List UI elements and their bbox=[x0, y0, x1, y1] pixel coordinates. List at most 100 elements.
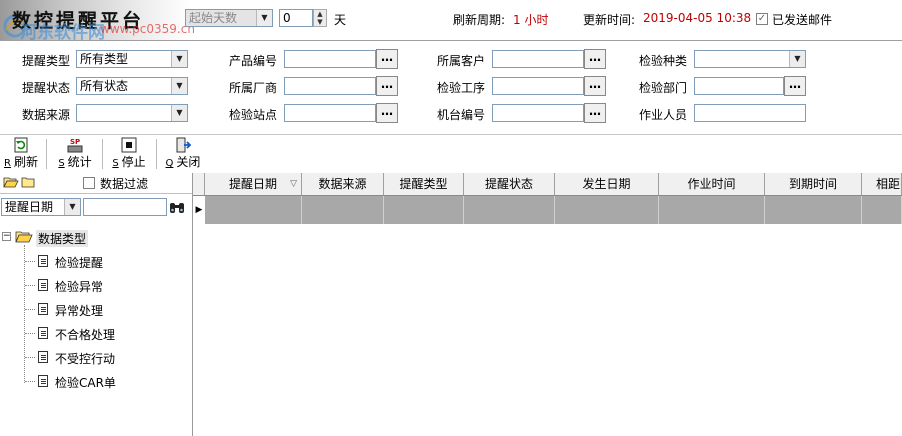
machine-no-browse-button[interactable]: … bbox=[584, 103, 606, 123]
tree-item-car-form[interactable]: 检验CAR单 bbox=[55, 374, 116, 391]
toolbar: R 刷新 SP S 统计 S 停止 Q 关闭 bbox=[0, 134, 902, 174]
data-source-select[interactable]: ▼ bbox=[76, 104, 188, 122]
inspect-type-label: 检验种类 bbox=[639, 54, 688, 68]
grid-corner bbox=[193, 173, 205, 195]
refresh-label: 刷新 bbox=[13, 155, 38, 169]
column-header-data-source[interactable]: 数据来源 bbox=[302, 173, 384, 195]
table-cell[interactable] bbox=[862, 196, 902, 224]
start-days-select[interactable]: 起始天数 ▼ bbox=[185, 9, 273, 27]
data-source-label: 数据来源 bbox=[22, 108, 71, 122]
document-icon bbox=[38, 279, 48, 291]
table-cell[interactable] bbox=[765, 196, 862, 224]
tree-guide-line bbox=[25, 285, 35, 286]
customer-input[interactable] bbox=[492, 50, 584, 68]
inspect-dept-browse-button[interactable]: … bbox=[784, 76, 806, 96]
tree-item-inspection-anomaly[interactable]: 检验异常 bbox=[55, 278, 103, 295]
refresh-cycle-label: 刷新周期: bbox=[453, 13, 506, 27]
stats-button[interactable]: SP S 统计 bbox=[54, 137, 96, 171]
stats-hotkey: S bbox=[58, 158, 65, 169]
toolbar-separator bbox=[156, 139, 157, 169]
column-header-work-time[interactable]: 作业时间 bbox=[659, 173, 765, 195]
folder-open-icon[interactable] bbox=[3, 176, 19, 188]
tree-guide-line bbox=[25, 261, 35, 262]
column-header-time-gap[interactable]: 相距时 bbox=[862, 173, 902, 195]
table-cell[interactable] bbox=[384, 196, 464, 224]
customer-browse-button[interactable]: … bbox=[584, 49, 606, 69]
product-no-input[interactable] bbox=[284, 50, 376, 68]
data-filter-checkbox[interactable] bbox=[83, 177, 95, 189]
tree-collapse-toggle[interactable]: − bbox=[2, 232, 11, 241]
tree-item-uncontrolled-action[interactable]: 不受控行动 bbox=[55, 350, 115, 367]
watermark-url: www.pc0359.cn bbox=[100, 22, 195, 36]
column-header-occur-date[interactable]: 发生日期 bbox=[555, 173, 659, 195]
column-header-reminder-type[interactable]: 提醒类型 bbox=[384, 173, 464, 195]
binoculars-icon[interactable] bbox=[169, 200, 185, 214]
divider bbox=[0, 40, 902, 41]
product-no-label: 产品编号 bbox=[229, 54, 278, 68]
close-button[interactable]: Q 关闭 bbox=[162, 137, 204, 171]
data-grid: 提醒日期 ▽ 数据来源 提醒类型 提醒状态 发生日期 作业时间 到期时间 相距时… bbox=[193, 173, 902, 436]
table-cell[interactable] bbox=[205, 196, 302, 224]
customer-label: 所属客户 bbox=[437, 54, 486, 68]
inspect-process-label: 检验工序 bbox=[437, 81, 486, 95]
manufacturer-browse-button[interactable]: … bbox=[376, 76, 398, 96]
machine-no-input[interactable] bbox=[492, 104, 584, 122]
days-unit: 天 bbox=[334, 13, 347, 27]
toolbar-separator bbox=[102, 139, 103, 169]
tree-root-label[interactable]: 数据类型 bbox=[36, 230, 89, 247]
email-sent-checkbox[interactable]: ✓ bbox=[756, 13, 768, 25]
inspect-station-input[interactable] bbox=[284, 104, 376, 122]
stop-button[interactable]: S 停止 bbox=[108, 137, 150, 171]
document-icon bbox=[38, 351, 48, 363]
product-no-browse-button[interactable]: … bbox=[376, 49, 398, 69]
reminder-type-value: 所有类型 bbox=[80, 52, 129, 66]
folder-icon[interactable] bbox=[21, 176, 35, 188]
header-bar: 数控提醒平台 河东软件网 www.pc0359.cn 起始天数 ▼ 0 ▲ ▼ 天… bbox=[0, 0, 902, 43]
data-filter-label: 数据过滤 bbox=[100, 177, 149, 191]
refresh-hotkey: R bbox=[4, 158, 11, 169]
svg-text:SP: SP bbox=[70, 138, 80, 146]
reminder-type-select[interactable]: 所有类型 ▼ bbox=[76, 50, 188, 68]
refresh-icon bbox=[14, 137, 28, 153]
refresh-button[interactable]: R 刷新 bbox=[2, 137, 40, 171]
tree-search-input[interactable] bbox=[83, 198, 167, 216]
table-cell[interactable] bbox=[659, 196, 765, 224]
document-icon bbox=[38, 255, 48, 267]
tree-item-inspection-reminder[interactable]: 检验提醒 bbox=[55, 254, 103, 271]
sp-stats-icon: SP bbox=[67, 138, 83, 153]
days-spinner[interactable]: ▲ ▼ bbox=[313, 9, 327, 27]
table-cell[interactable] bbox=[302, 196, 384, 224]
tree-guide-line bbox=[25, 357, 35, 358]
close-hotkey: Q bbox=[165, 158, 174, 169]
column-header-label: 提醒日期 bbox=[228, 177, 277, 191]
inspect-station-label: 检验站点 bbox=[229, 108, 278, 122]
column-header-reminder-date[interactable]: 提醒日期 ▽ bbox=[205, 173, 302, 195]
tree-item-nonconformance[interactable]: 不合格处理 bbox=[55, 326, 115, 343]
manufacturer-label: 所属厂商 bbox=[229, 81, 278, 95]
column-header-reminder-status[interactable]: 提醒状态 bbox=[464, 173, 555, 195]
inspect-process-input[interactable] bbox=[492, 77, 584, 95]
column-header-due-time[interactable]: 到期时间 bbox=[765, 173, 862, 195]
document-icon bbox=[38, 303, 48, 315]
table-cell[interactable] bbox=[464, 196, 555, 224]
stop-label: 停止 bbox=[121, 155, 146, 169]
sort-field-select[interactable]: 提醒日期 ▼ bbox=[1, 198, 81, 216]
operator-input[interactable] bbox=[694, 104, 806, 122]
inspect-process-browse-button[interactable]: … bbox=[584, 76, 606, 96]
grid-header: 提醒日期 ▽ 数据来源 提醒类型 提醒状态 发生日期 作业时间 到期时间 相距时 bbox=[193, 173, 902, 196]
days-input[interactable]: 0 bbox=[279, 9, 313, 27]
manufacturer-input[interactable] bbox=[284, 77, 376, 95]
inspect-type-select[interactable]: ▼ bbox=[694, 50, 806, 68]
chevron-down-icon: ▼ bbox=[64, 199, 80, 215]
table-cell[interactable] bbox=[555, 196, 659, 224]
inspect-station-browse-button[interactable]: … bbox=[376, 103, 398, 123]
chevron-down-icon: ▼ bbox=[256, 10, 272, 26]
reminder-status-select[interactable]: 所有状态 ▼ bbox=[76, 77, 188, 95]
table-row[interactable] bbox=[205, 196, 902, 224]
left-panel-toolbar: 数据过滤 bbox=[0, 173, 192, 194]
inspect-dept-input[interactable] bbox=[694, 77, 784, 95]
exit-icon bbox=[176, 137, 191, 153]
tree-item-anomaly-handling[interactable]: 异常处理 bbox=[55, 302, 103, 319]
stats-label: 统计 bbox=[67, 155, 92, 169]
stop-icon bbox=[121, 137, 137, 153]
